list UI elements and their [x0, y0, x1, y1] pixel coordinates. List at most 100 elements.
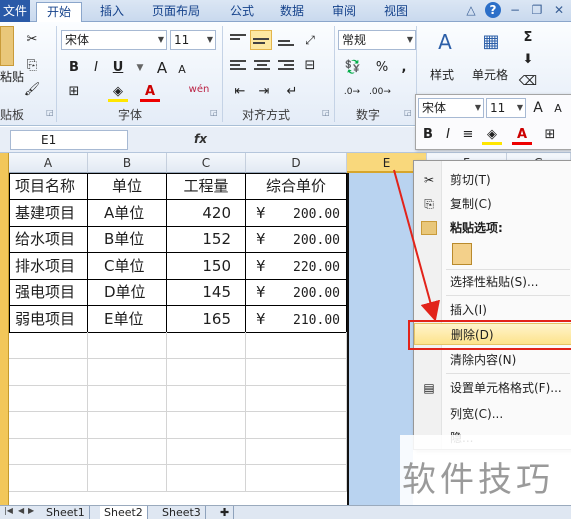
sheet-tab-active[interactable]: Sheet2	[100, 506, 148, 519]
empty-cell[interactable]	[88, 359, 167, 386]
styles-icon[interactable]: A	[432, 32, 458, 60]
insert-sheet-icon[interactable]: ✚	[216, 506, 235, 519]
align-top-icon[interactable]	[230, 34, 246, 46]
cut-icon[interactable]: ✂	[22, 30, 42, 50]
decrease-decimal-icon[interactable]: .00→	[368, 82, 392, 102]
table-header-cell[interactable]: 工程量	[167, 173, 246, 200]
bold-button[interactable]: B	[64, 58, 84, 78]
tab-data[interactable]: 数据	[272, 2, 312, 22]
name-box[interactable]: E1	[10, 130, 128, 150]
align-center-icon[interactable]	[254, 60, 270, 72]
table-cell[interactable]: 150	[167, 253, 246, 280]
mini-shrink-font-icon[interactable]: A	[548, 99, 568, 119]
mini-grow-font-icon[interactable]: A	[528, 98, 548, 118]
font-launcher-icon[interactable]: ◲	[210, 108, 218, 117]
column-header-a[interactable]: A	[9, 153, 88, 173]
minimize-ribbon-icon[interactable]: △	[463, 2, 479, 18]
clipboard-launcher-icon[interactable]: ◲	[46, 108, 54, 117]
menu-item-cut[interactable]: ✂ 剪切(T)	[414, 169, 571, 191]
sheet-tab[interactable]: Sheet3	[158, 506, 206, 519]
menu-item-column-width[interactable]: 列宽(C)...	[414, 403, 571, 425]
empty-cell[interactable]	[167, 385, 246, 412]
accounting-format-icon[interactable]: 💱	[340, 58, 366, 78]
empty-cell[interactable]	[246, 438, 347, 465]
table-cell[interactable]: 165	[167, 306, 246, 333]
mini-fill-color-icon[interactable]: ◈	[482, 125, 502, 145]
menu-item-paste-special[interactable]: 选择性粘贴(S)...	[414, 271, 571, 293]
tab-review[interactable]: 审阅	[324, 2, 364, 22]
table-cell[interactable]: D单位	[88, 279, 167, 306]
empty-cell[interactable]	[88, 438, 167, 465]
table-cell[interactable]: 给水项目	[9, 226, 88, 253]
menu-item-clear-contents[interactable]: 清除内容(N)	[414, 349, 571, 371]
empty-cell[interactable]	[246, 332, 347, 359]
menu-item-format-cells[interactable]: ▤ 设置单元格格式(F)...	[414, 377, 571, 399]
column-header-d[interactable]: D	[246, 153, 347, 173]
empty-cell[interactable]	[9, 465, 88, 492]
empty-cell[interactable]	[167, 332, 246, 359]
grow-font-button[interactable]: A	[152, 58, 172, 78]
column-header-c[interactable]: C	[167, 153, 246, 173]
table-cell[interactable]: 弱电项目	[9, 306, 88, 333]
number-format-combo[interactable]: 常规 ▼	[338, 30, 416, 50]
empty-cell[interactable]	[167, 359, 246, 386]
table-header-cell[interactable]: 项目名称	[9, 173, 88, 200]
comma-button[interactable]: ,	[394, 58, 414, 78]
insert-function-button[interactable]: fx	[194, 132, 207, 146]
menu-item-insert[interactable]: 插入(I)	[414, 299, 571, 321]
paste-option-button[interactable]	[414, 241, 571, 267]
sheet-tab[interactable]: Sheet1	[42, 506, 90, 519]
mini-borders-icon[interactable]: ⊞	[540, 125, 560, 145]
column-header-b[interactable]: B	[88, 153, 167, 173]
mini-bold-button[interactable]: B	[418, 125, 438, 145]
tab-view[interactable]: 视图	[376, 2, 416, 22]
prev-sheet-icon[interactable]: ◀	[18, 506, 24, 515]
merge-center-icon[interactable]: ⊟	[300, 56, 320, 76]
align-left-icon[interactable]	[230, 60, 246, 72]
table-cell[interactable]: B单位	[88, 226, 167, 253]
mini-italic-button[interactable]: I	[438, 125, 458, 145]
row-header-strip[interactable]	[0, 153, 9, 505]
table-cell[interactable]: E单位	[88, 306, 167, 333]
font-size-combo[interactable]: 11 ▼	[170, 30, 216, 50]
tab-formulas[interactable]: 公式	[222, 2, 262, 22]
paste-icon[interactable]	[0, 26, 14, 66]
empty-cell[interactable]	[88, 412, 167, 439]
table-cell[interactable]: 145	[167, 279, 246, 306]
mini-size-combo[interactable]: 11 ▼	[486, 98, 526, 118]
increase-indent-icon[interactable]: ⇥	[254, 82, 274, 102]
tab-file[interactable]: 文件	[0, 0, 30, 22]
fill-icon[interactable]: ⬇	[518, 50, 538, 70]
empty-cell[interactable]	[167, 438, 246, 465]
paste-label[interactable]: 粘贴	[0, 68, 24, 85]
table-cell[interactable]: C单位	[88, 253, 167, 280]
table-cell[interactable]: 152	[167, 226, 246, 253]
wrap-text-icon[interactable]: ↵	[282, 82, 302, 102]
orientation-icon[interactable]: ⤢	[300, 30, 320, 50]
empty-cell[interactable]	[88, 385, 167, 412]
close-icon[interactable]: ✕	[551, 2, 567, 18]
autosum-button[interactable]: Σ	[518, 28, 538, 48]
table-cell[interactable]: A单位	[88, 200, 167, 227]
menu-item-copy[interactable]: ⎘ 复制(C)	[414, 193, 571, 215]
italic-button[interactable]: I	[86, 58, 106, 78]
table-cell[interactable]: ¥200.00	[246, 279, 347, 306]
empty-cell[interactable]	[9, 359, 88, 386]
help-icon[interactable]: ?	[485, 2, 501, 18]
font-name-combo[interactable]: 宋体 ▼	[61, 30, 167, 50]
underline-button[interactable]: U	[108, 58, 128, 78]
fill-color-icon[interactable]: ◈	[108, 82, 128, 102]
empty-cell[interactable]	[246, 359, 347, 386]
empty-cell[interactable]	[167, 412, 246, 439]
window-minimize-icon[interactable]: −	[507, 2, 523, 18]
table-cell[interactable]: ¥220.00	[246, 253, 347, 280]
increase-decimal-icon[interactable]: .0→	[340, 82, 364, 102]
window-restore-icon[interactable]: ❐	[529, 2, 545, 18]
table-cell[interactable]: 强电项目	[9, 279, 88, 306]
format-painter-icon[interactable]: 🖌	[22, 80, 42, 100]
empty-cell[interactable]	[167, 465, 246, 492]
tab-insert[interactable]: 插入	[92, 2, 132, 22]
mini-align-icon[interactable]: ≡	[458, 125, 478, 145]
tab-page-layout[interactable]: 页面布局	[144, 2, 208, 22]
align-bottom-icon[interactable]	[278, 36, 294, 48]
